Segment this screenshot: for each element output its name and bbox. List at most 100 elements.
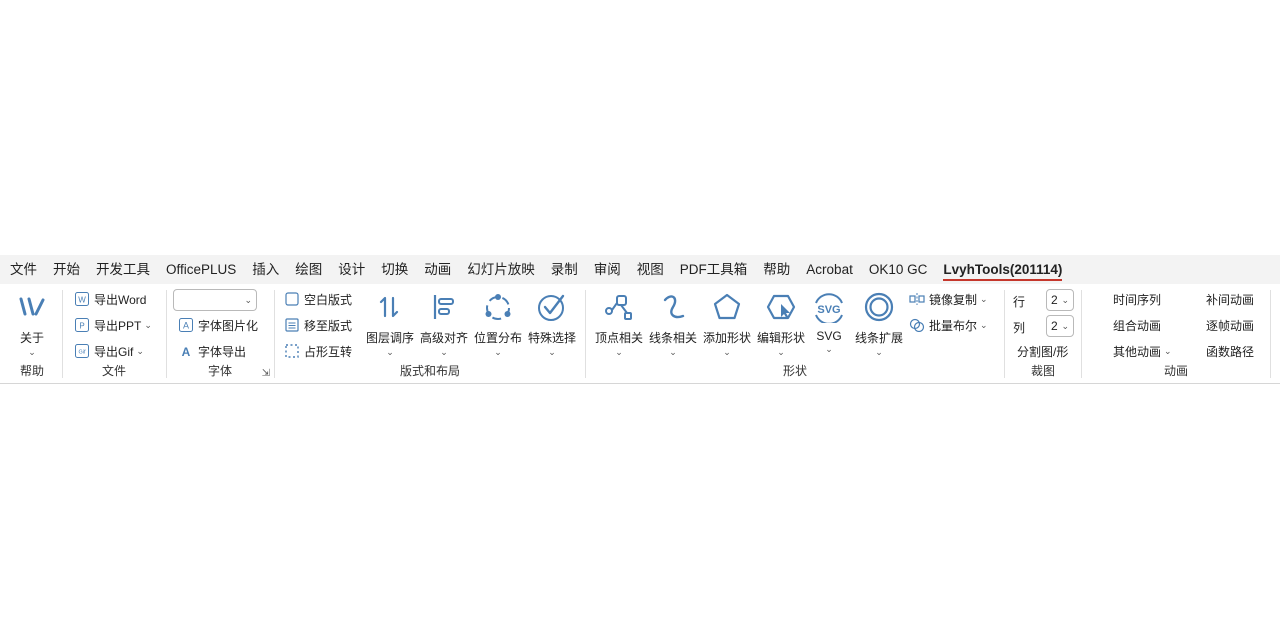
line-expand-button[interactable]: 线条扩展 ⌄ [851, 290, 907, 358]
chevron-down-icon: ⌄ [980, 293, 988, 304]
layer-order-label: 图层调序 [365, 331, 414, 345]
tab-animations[interactable]: 动画 [416, 255, 459, 284]
position-distribute-label: 位置分布 [473, 331, 522, 345]
separator [1081, 290, 1082, 378]
font-export-label: 字体导出 [198, 344, 247, 359]
tab-pdf-toolbox[interactable]: PDF工具箱 [672, 255, 756, 284]
svg-text:P: P [79, 322, 84, 331]
line-label: 线条相关 [648, 331, 697, 345]
tab-ok10gc[interactable]: OK10 GC [861, 255, 936, 284]
group-label-help: 帮助 [19, 364, 44, 378]
group-crop: 行 2 ⌄ 列 2 ⌄ 分割图/形 裁图 [1006, 284, 1080, 384]
time-sequence-label: 时间序列 [1113, 292, 1162, 307]
export-ppt-button[interactable]: P 导出PPT ⌄ [74, 314, 152, 336]
mirror-copy-button[interactable]: 镜像复制 ⌄ [909, 288, 988, 310]
group-help: 关于 ⌄ 帮助 [4, 284, 60, 384]
frame-animation-button[interactable]: 逐帧动画 [1206, 314, 1254, 336]
other-animation-button[interactable]: 其他动画 ⌄ [1113, 340, 1172, 362]
tab-insert[interactable]: 插入 [244, 255, 287, 284]
add-shape-button[interactable]: 添加形状 ⌄ [699, 290, 755, 358]
combine-animation-label: 组合动画 [1113, 318, 1162, 333]
about-button[interactable]: 关于 ⌄ [4, 290, 60, 358]
tab-slideshow[interactable]: 幻灯片放映 [459, 255, 543, 284]
chevron-down-icon: ⌄ [723, 347, 731, 357]
tab-view[interactable]: 视图 [629, 255, 672, 284]
frame-animation-label: 逐帧动画 [1206, 318, 1255, 333]
column-count-value: 2 [1051, 319, 1058, 333]
ribbon-tab-bar: 文件 开始 开发工具 OfficePLUS 插入 绘图 设计 切换 动画 幻灯片… [0, 255, 1280, 284]
blank-square-icon [284, 291, 300, 307]
svg-text:A: A [183, 321, 189, 331]
tab-home[interactable]: 开始 [45, 255, 88, 284]
export-word-label: 导出Word [94, 292, 147, 307]
font-to-image-button[interactable]: A 字体图片化 [178, 314, 258, 336]
chevron-down-icon: ⌄ [548, 347, 556, 357]
line-button[interactable]: 线条相关 ⌄ [645, 290, 701, 358]
svg-label: SVG [816, 329, 842, 343]
row-label: 行 [1013, 295, 1026, 309]
chevron-down-icon: ⌄ [244, 294, 252, 305]
advanced-align-button[interactable]: 高级对齐 ⌄ [416, 290, 472, 358]
dotted-square-icon [284, 343, 300, 359]
layout-icon [284, 317, 300, 333]
curve-line-icon [656, 290, 690, 324]
group-label-animation: 动画 [1163, 364, 1188, 378]
export-gif-button[interactable]: Gif 导出Gif ⌄ [74, 340, 144, 362]
tab-design[interactable]: 设计 [330, 255, 373, 284]
column-count-select[interactable]: 2 ⌄ [1046, 315, 1074, 337]
row-count-select[interactable]: 2 ⌄ [1046, 289, 1074, 311]
tab-draw[interactable]: 绘图 [287, 255, 330, 284]
row-count-value: 2 [1051, 293, 1058, 307]
blank-layout-button[interactable]: 空白版式 [284, 288, 352, 310]
chevron-down-icon: ⌄ [825, 344, 833, 354]
placeholder-swap-button[interactable]: 占形互转 [284, 340, 352, 362]
group-label-crop: 裁图 [1030, 364, 1055, 378]
vertex-button[interactable]: 顶点相关 ⌄ [591, 290, 647, 358]
tab-acrobat[interactable]: Acrobat [798, 255, 861, 284]
tab-help[interactable]: 帮助 [755, 255, 798, 284]
tab-record[interactable]: 录制 [543, 255, 586, 284]
tab-file[interactable]: 文件 [2, 255, 45, 284]
group-label-shape: 形状 [782, 364, 807, 378]
move-to-layout-label: 移至版式 [304, 318, 353, 333]
move-to-layout-button[interactable]: 移至版式 [284, 314, 352, 336]
align-left-icon [427, 290, 461, 324]
svg-icon: SVG [812, 290, 846, 324]
special-select-button[interactable]: 特殊选择 ⌄ [524, 290, 580, 358]
layer-order-icon [373, 290, 407, 324]
position-distribute-button[interactable]: 位置分布 ⌄ [470, 290, 526, 358]
function-path-button[interactable]: 函数路径 [1206, 340, 1254, 362]
separator [166, 290, 167, 378]
tab-lvyhtools[interactable]: LvyhTools(201114) [935, 255, 1070, 284]
group-animation: 时间序列 补间动画 组合动画 逐帧动画 其他动画 ⌄ 函数路径 动画 [1083, 284, 1269, 384]
batch-boolean-button[interactable]: 批量布尔 ⌄ [909, 314, 988, 336]
svg-button[interactable]: SVG SVG ⌄ [801, 290, 857, 358]
tab-transitions[interactable]: 切换 [373, 255, 416, 284]
chevron-down-icon: ⌄ [1164, 345, 1172, 356]
export-word-button[interactable]: W 导出Word [74, 288, 146, 310]
font-export-button[interactable]: A 字体导出 [178, 340, 246, 362]
mirror-icon [909, 291, 925, 307]
time-sequence-button[interactable]: 时间序列 [1113, 288, 1161, 310]
layer-order-button[interactable]: 图层调序 ⌄ [362, 290, 418, 358]
export-ppt-label: 导出PPT [94, 318, 142, 333]
pentagon-icon [710, 290, 744, 324]
edit-shape-label: 编辑形状 [756, 331, 805, 345]
tween-animation-button[interactable]: 补间动画 [1206, 288, 1254, 310]
chevron-down-icon: ⌄ [494, 347, 502, 357]
export-gif-label: 导出Gif [94, 344, 134, 359]
tab-review[interactable]: 审阅 [586, 255, 629, 284]
chevron-down-icon: ⌄ [615, 347, 623, 357]
group-label-file: 文件 [101, 364, 126, 378]
combine-animation-button[interactable]: 组合动画 [1113, 314, 1161, 336]
group-label-layout: 版式和布局 [399, 364, 460, 378]
chevron-down-icon: ⌄ [1061, 320, 1069, 331]
tab-developer[interactable]: 开发工具 [88, 255, 158, 284]
font-select[interactable]: ⌄ [173, 289, 257, 311]
chevron-down-icon: ⌄ [875, 347, 883, 357]
advanced-align-label: 高级对齐 [419, 331, 468, 345]
font-to-image-label: 字体图片化 [198, 318, 259, 333]
tab-officeplus[interactable]: OfficePLUS [158, 255, 244, 284]
split-image-button[interactable]: 分割图/形 [1017, 340, 1068, 362]
vertex-icon [602, 290, 636, 324]
